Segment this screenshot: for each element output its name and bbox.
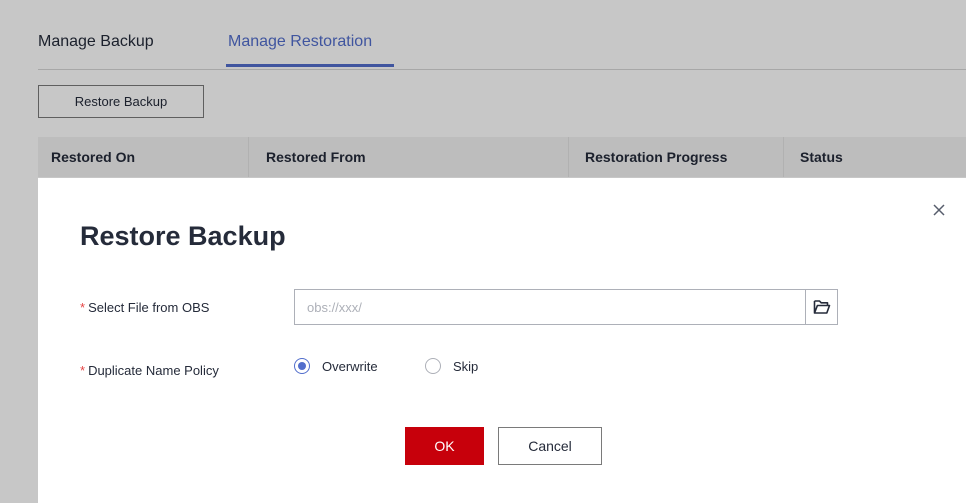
- radio-checked-icon[interactable]: [294, 358, 310, 374]
- obs-path-input[interactable]: [294, 289, 806, 325]
- radio-skip[interactable]: Skip: [425, 358, 478, 374]
- browse-obs-button[interactable]: [805, 289, 838, 325]
- cancel-button[interactable]: Cancel: [498, 427, 602, 465]
- dialog-title: Restore Backup: [80, 221, 286, 251]
- select-file-label-text: Select File from OBS: [88, 300, 210, 315]
- select-file-label: * Select File from OBS: [80, 300, 209, 315]
- duplicate-policy-label-text: Duplicate Name Policy: [88, 363, 219, 378]
- radio-overwrite-label: Overwrite: [322, 358, 378, 374]
- folder-open-icon: [813, 300, 830, 314]
- required-mark: *: [80, 363, 86, 378]
- ok-button[interactable]: OK: [405, 427, 484, 465]
- duplicate-policy-label: * Duplicate Name Policy: [80, 363, 219, 378]
- radio-skip-label: Skip: [453, 358, 479, 374]
- required-mark: *: [80, 300, 86, 315]
- close-icon[interactable]: [931, 202, 947, 218]
- restore-backup-dialog: Restore Backup *Select File from OBS *Du…: [38, 178, 966, 503]
- radio-unchecked-icon[interactable]: [425, 358, 441, 374]
- radio-overwrite[interactable]: Overwrite: [294, 358, 378, 374]
